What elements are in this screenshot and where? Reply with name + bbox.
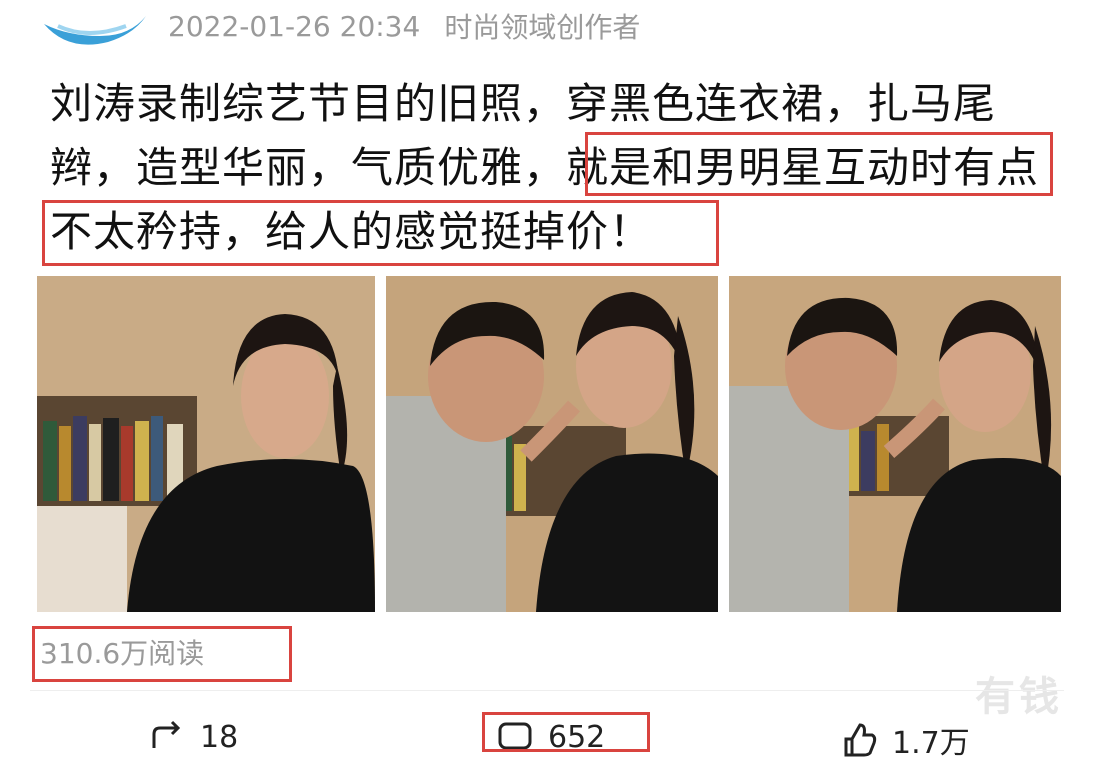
like-icon	[844, 723, 877, 757]
share-count: 18	[200, 719, 239, 755]
comment-count: 652	[548, 719, 606, 755]
author-role[interactable]: 时尚领域创作者	[444, 6, 640, 46]
photo-1[interactable]	[37, 276, 375, 612]
share-icon	[152, 720, 181, 748]
read-count: 310.6万阅读	[40, 637, 205, 670]
share-button[interactable]: 18	[148, 718, 238, 756]
post-text: 刘涛录制综艺节目的旧照，穿黑色连衣裙，扎马尾辫，造型华丽，气质优雅，就是和男明星…	[50, 72, 1060, 264]
photo-3[interactable]	[729, 276, 1061, 612]
photo-2[interactable]	[386, 276, 718, 612]
action-bar: 18 652 1.7万	[0, 712, 1094, 761]
avatar-logo	[44, 16, 146, 45]
comment-button[interactable]: 652	[496, 718, 605, 756]
post-meta: 2022-01-26 20:34 时尚领域创作者	[168, 6, 640, 46]
divider	[30, 690, 1064, 691]
post-timestamp: 2022-01-26 20:34	[168, 9, 421, 43]
like-count: 1.7万	[892, 726, 970, 761]
watermark-text: 有钱	[975, 674, 1063, 720]
avatar[interactable]	[38, 6, 150, 52]
photo-grid	[37, 276, 1061, 612]
comment-icon	[498, 722, 532, 750]
like-button[interactable]: 1.7万	[840, 718, 970, 762]
